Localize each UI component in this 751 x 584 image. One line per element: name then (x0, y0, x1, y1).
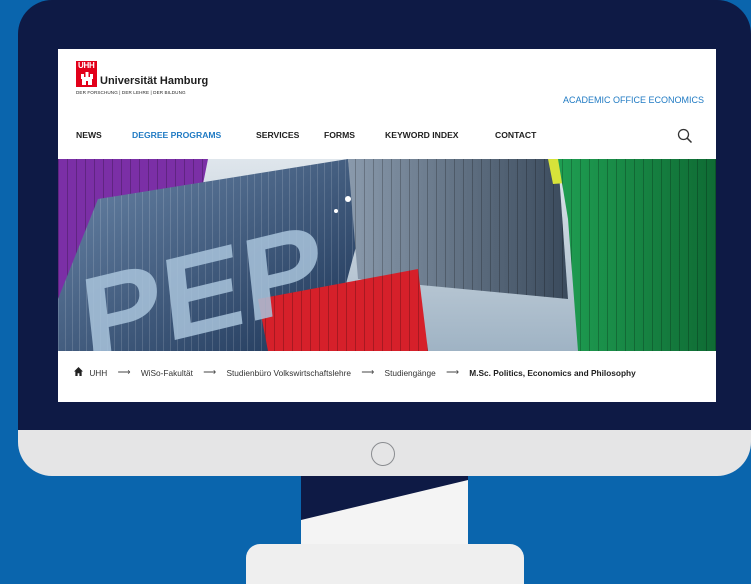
nav-item-degree-programs[interactable]: DEGREE PROGRAMS (132, 130, 221, 140)
nav-item-keyword-index[interactable]: KEYWORD INDEX (385, 130, 459, 140)
uhh-logo-mark: UHH (76, 61, 97, 87)
breadcrumb-separator: ⟶ (203, 367, 217, 378)
search-icon (677, 128, 693, 144)
monitor-stand-neck (301, 476, 468, 544)
breadcrumb-item-studiengaenge[interactable]: Studiengänge (385, 368, 436, 378)
nav-item-contact[interactable]: CONTACT (495, 130, 536, 140)
power-button (371, 442, 395, 466)
hero-image: PEP (58, 159, 716, 351)
browser-screen: UHH Universität Hamburg DER FORSCHUNG | … (58, 49, 716, 402)
breadcrumb-item-studienbuero[interactable]: Studienbüro Volkswirtschaftslehre (226, 368, 351, 378)
office-title-link[interactable]: ACADEMIC OFFICE ECONOMICS (563, 95, 704, 105)
breadcrumb-current-page: M.Sc. Politics, Economics and Philosophy (469, 367, 636, 378)
breadcrumb: UHH ⟶ WiSo-Fakultät ⟶ Studienbüro Volksw… (74, 367, 636, 381)
breadcrumb-item-wiso[interactable]: WiSo-Fakultät (141, 368, 193, 378)
university-name: Universität Hamburg (100, 75, 209, 87)
nav-item-services[interactable]: SERVICES (256, 130, 299, 140)
home-icon[interactable] (74, 367, 83, 378)
breadcrumb-item-uhh[interactable]: UHH (89, 368, 107, 378)
nav-item-forms[interactable]: FORMS (324, 130, 355, 140)
nav-item-news[interactable]: NEWS (76, 130, 102, 140)
breadcrumb-separator: ⟶ (446, 367, 459, 378)
monitor-stand-base (246, 544, 524, 584)
university-tagline: DER FORSCHUNG | DER LEHRE | DER BILDUNG (76, 90, 186, 95)
search-button[interactable] (677, 128, 693, 144)
site-header: UHH Universität Hamburg DER FORSCHUNG | … (58, 49, 716, 159)
breadcrumb-separator: ⟶ (117, 367, 131, 378)
breadcrumb-separator: ⟶ (361, 367, 375, 378)
